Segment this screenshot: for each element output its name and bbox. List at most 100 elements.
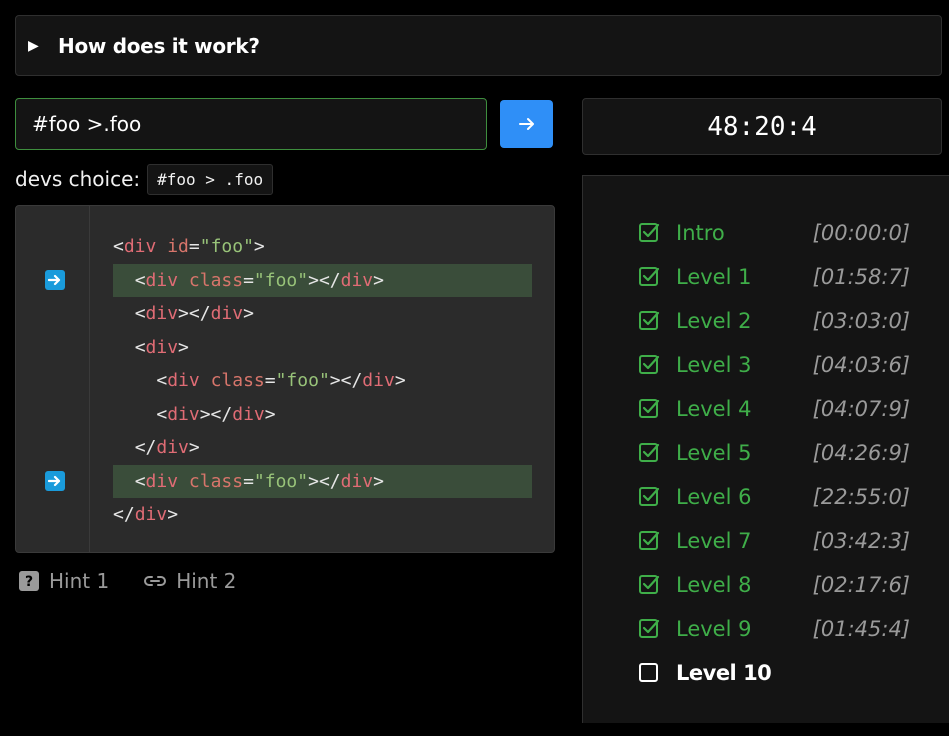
level-time: [03:03:0]: [812, 309, 910, 333]
level-time: [01:58:7]: [812, 265, 910, 289]
checked-box-icon: [639, 311, 660, 330]
code-token-tag: div: [362, 370, 395, 391]
arrow-right-icon: [518, 118, 534, 130]
code-token-punc: <: [134, 336, 146, 358]
level-time: [04:07:9]: [812, 397, 910, 421]
level-item[interactable]: Level 7 [03:42:3]: [638, 526, 910, 556]
level-item[interactable]: Level 10: [638, 658, 910, 688]
checked-box-icon: [639, 575, 660, 594]
level-time: [22:55:0]: [812, 485, 910, 509]
unchecked-box-icon: [639, 663, 658, 682]
link-icon: [144, 576, 167, 586]
checked-box-icon: [639, 619, 660, 638]
level-name: Level 1: [676, 265, 752, 289]
level-item[interactable]: Level 6 [22:55:0]: [638, 482, 910, 512]
checked-box-icon: [639, 355, 660, 374]
level-name: Level 2: [676, 309, 752, 333]
code-token-punc: [178, 270, 189, 291]
devs-choice: devs choice: #foo > .foo: [15, 162, 274, 196]
code-token-val: "foo": [253, 470, 309, 492]
selector-form: [15, 98, 555, 150]
code-token-punc: >: [373, 470, 384, 492]
code-token-attr: id: [167, 236, 189, 257]
level-name: Level 5: [676, 441, 752, 465]
code-token-punc: >: [373, 269, 384, 291]
svg-text:?: ?: [25, 574, 33, 590]
code-line: <div class="foo"></div>: [113, 364, 532, 397]
checked-box-icon: [639, 487, 660, 506]
timer-display: 48:20:4: [582, 98, 942, 155]
level-item[interactable]: Level 1 [01:58:7]: [638, 262, 910, 292]
code-line: </div>: [113, 431, 532, 464]
code-token-punc: <: [156, 403, 168, 425]
code-token-punc: >: [253, 236, 265, 257]
code-token-tag: div: [123, 236, 157, 257]
code-token-tag: div: [145, 303, 179, 324]
level-time: [02:17:6]: [812, 573, 910, 597]
code-token-attr: class: [188, 470, 244, 492]
code-token-punc: =: [188, 236, 200, 257]
code-token-val: "foo": [275, 370, 330, 391]
level-item[interactable]: Level 2 [03:03:0]: [638, 306, 910, 336]
selector-input[interactable]: [15, 98, 487, 150]
code-token-tag: div: [340, 470, 374, 492]
level-item[interactable]: Level 9 [01:45:4]: [638, 614, 910, 644]
checked-box-icon: [639, 399, 660, 418]
match-arrow-icon: [45, 269, 65, 290]
code-token-punc: >: [188, 437, 200, 458]
question-icon: ?: [19, 571, 39, 591]
how-it-works-summary: How does it work?: [58, 33, 260, 58]
code-token-tag: div: [340, 269, 374, 291]
code-token-tag: div: [156, 437, 189, 458]
devs-choice-label: devs choice:: [15, 167, 141, 191]
code-panel: <div id="foo"> <div class="foo"></div> <…: [89, 205, 555, 553]
triangle-right-icon: ▶: [28, 37, 39, 54]
code-line: <div id="foo">: [113, 230, 532, 263]
code-token-punc: >: [264, 403, 276, 425]
code-token-tag: div: [145, 336, 179, 358]
code-token-punc: ></: [178, 303, 211, 324]
code-token-val: "foo": [199, 236, 254, 257]
code-token-punc: ></: [308, 470, 341, 492]
level-item[interactable]: Level 3 [04:03:6]: [638, 350, 910, 380]
code-token-tag: div: [134, 504, 168, 525]
hint-2-button[interactable]: Hint 2: [143, 569, 236, 593]
code-token-tag: div: [232, 403, 265, 425]
code-token-tag: div: [167, 370, 200, 391]
code-token-tag: div: [167, 403, 200, 425]
code-token-tag: div: [145, 269, 179, 291]
checked-box-icon: [639, 443, 660, 462]
code-token-punc: ></: [329, 370, 363, 391]
level-time: [03:42:3]: [812, 529, 910, 553]
code-token-punc: </: [134, 437, 157, 458]
checked-box-icon: [639, 531, 660, 550]
code-token-punc: >: [178, 336, 189, 358]
code-token-tag: div: [210, 303, 244, 324]
submit-selector-button[interactable]: [500, 100, 553, 148]
how-it-works-disclosure[interactable]: ▶ How does it work?: [15, 15, 942, 76]
html-preview: <div id="foo"> <div class="foo"></div> <…: [15, 205, 555, 553]
level-time: [00:00:0]: [812, 221, 910, 245]
level-item[interactable]: Level 8 [02:17:6]: [638, 570, 910, 600]
code-token-punc: >: [167, 504, 179, 525]
level-name: Level 7: [676, 529, 752, 553]
code-token-attr: class: [188, 269, 244, 291]
code-line: <div class="foo"></div>: [113, 263, 532, 297]
code-token-punc: =: [243, 269, 254, 291]
code-token-val: "foo": [253, 269, 309, 291]
code-token-punc: >: [394, 370, 406, 391]
hint-1-button[interactable]: ? Hint 1: [18, 569, 109, 593]
code-token-punc: ></: [308, 269, 341, 291]
level-item[interactable]: Level 5 [04:26:9]: [638, 438, 910, 468]
code-token-punc: [178, 471, 189, 492]
level-name: Level 3: [676, 353, 752, 377]
level-name: Level 10: [676, 661, 772, 685]
level-item[interactable]: Intro [00:00:0]: [638, 218, 910, 248]
hint-2-label: Hint 2: [176, 569, 237, 593]
level-item[interactable]: Level 4 [04:07:9]: [638, 394, 910, 424]
